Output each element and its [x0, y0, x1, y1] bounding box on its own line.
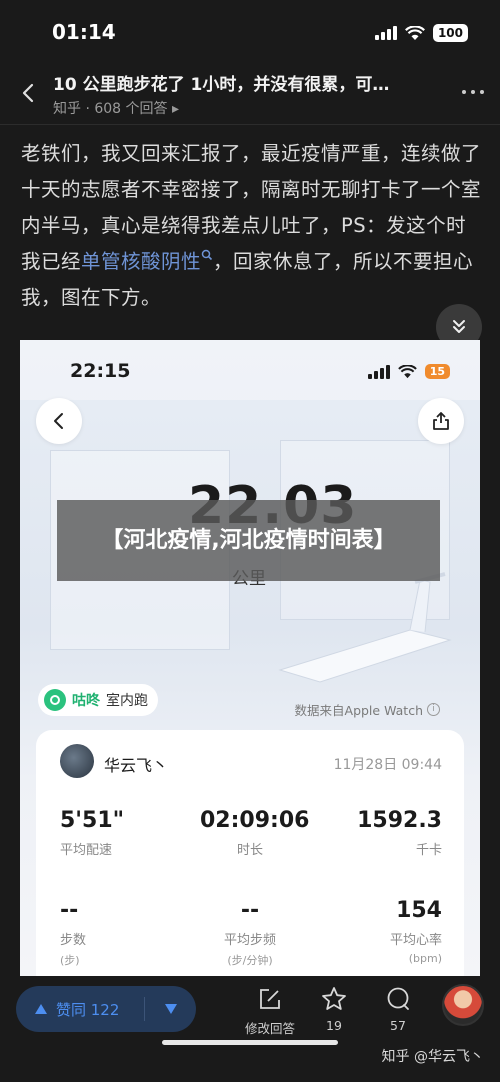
cellular-signal-icon [374, 26, 397, 40]
upvote-label: 赞同 122 [56, 1000, 120, 1019]
star-icon [322, 987, 346, 1010]
edit-answer-button[interactable]: 修改回答 [240, 984, 300, 1037]
avatar [60, 744, 94, 778]
question-meta[interactable]: 知乎 · 608 个回答 ▸ [53, 98, 179, 118]
answer-image[interactable]: 22:15 15 22.03 公里 咕咚 室内跑 数据来自Apple Watch… [20, 340, 480, 980]
stat-steps: -- 步数 (步) [60, 898, 87, 967]
watermark: 知乎 @华云飞丶 [381, 1049, 484, 1065]
stat-calories: 1592.3 千卡 [357, 808, 442, 858]
embedded-status-icons: 15 [367, 364, 450, 379]
app-tag: 咕咚 室内跑 [38, 684, 158, 716]
activity-type: 室内跑 [106, 693, 148, 709]
stat-pace: 5'51" 平均配速 [60, 808, 125, 858]
status-icons: 100 [374, 24, 468, 42]
back-arrow-icon[interactable] [18, 82, 40, 104]
wifi-icon [397, 364, 417, 378]
answer-count: 608 个回答 ▸ [94, 101, 180, 117]
status-bar: 01:14 100 [0, 0, 500, 62]
bottom-action-bar: 赞同 122 修改回答 19 57 知乎 @华云飞丶 [0, 976, 500, 1082]
embedded-back-button [36, 398, 82, 444]
chevron-left-icon [54, 413, 63, 429]
app-logo-icon [44, 689, 66, 711]
source-label: 知乎 [53, 101, 81, 117]
run-summary-card: 华云飞丶 11月28日 09:44 5'51" 平均配速 02:09:06 时长… [36, 730, 464, 980]
more-options-icon[interactable] [462, 90, 484, 94]
overlay-title-banner: 【河北疫情,河北疫情时间表】 [57, 500, 440, 581]
share-icon [433, 412, 449, 430]
embedded-status-time: 22:15 [70, 360, 131, 382]
battery-icon: 100 [432, 24, 468, 42]
comment-button[interactable]: 57 [368, 984, 428, 1033]
question-header: 10 公里跑步花了 1小时，并没有很累，可… 知乎 · 608 个回答 ▸ [0, 62, 500, 124]
comment-icon [387, 987, 409, 1010]
favorite-count: 19 [326, 1018, 342, 1033]
stat-heart-rate: 154 平均心率 (bpm) [389, 898, 442, 965]
favorite-button[interactable]: 19 [304, 984, 364, 1033]
battery-icon: 15 [424, 364, 450, 379]
data-source: 数据来自Apple Watch i [295, 700, 440, 719]
triangle-up-icon [35, 1004, 47, 1014]
stat-duration: 02:09:06 时长 [200, 808, 310, 858]
info-icon: i [427, 703, 440, 716]
treadmill-illustration [278, 572, 452, 683]
answer-text: 老铁们，我又回来汇报了，最近疫情严重，连续做了十天的志愿者不幸密接了，隔离时无聊… [21, 136, 481, 316]
vote-control: 赞同 122 [16, 986, 196, 1032]
status-time: 01:14 [52, 20, 116, 44]
header-divider [0, 124, 500, 125]
comment-count: 57 [390, 1018, 406, 1033]
double-chevron-down-icon [453, 320, 465, 333]
search-link[interactable]: 单管核酸阴性 [81, 249, 213, 273]
home-indicator [162, 1040, 338, 1045]
card-date: 11月28日 09:44 [333, 757, 442, 773]
edit-icon [260, 989, 280, 1009]
author-avatar[interactable] [442, 984, 484, 1026]
overlay-title: 【河北疫情,河北疫情时间表】 [101, 527, 396, 553]
stat-cadence: -- 平均步频 (步/分钟) [223, 898, 276, 967]
triangle-down-icon [164, 1004, 177, 1014]
app-name: 咕咚 [72, 693, 100, 709]
wifi-icon [404, 25, 425, 40]
question-title[interactable]: 10 公里跑步花了 1小时，并没有很累，可… [53, 70, 433, 95]
card-username: 华云飞丶 [104, 756, 169, 775]
embedded-share-button [418, 398, 464, 444]
upvote-button[interactable]: 赞同 122 [16, 999, 144, 1020]
cellular-signal-icon [367, 364, 390, 379]
downvote-button[interactable] [145, 1003, 196, 1015]
meta-separator: · [85, 101, 90, 117]
edit-answer-label: 修改回答 [244, 1021, 295, 1036]
search-icon [201, 249, 213, 260]
